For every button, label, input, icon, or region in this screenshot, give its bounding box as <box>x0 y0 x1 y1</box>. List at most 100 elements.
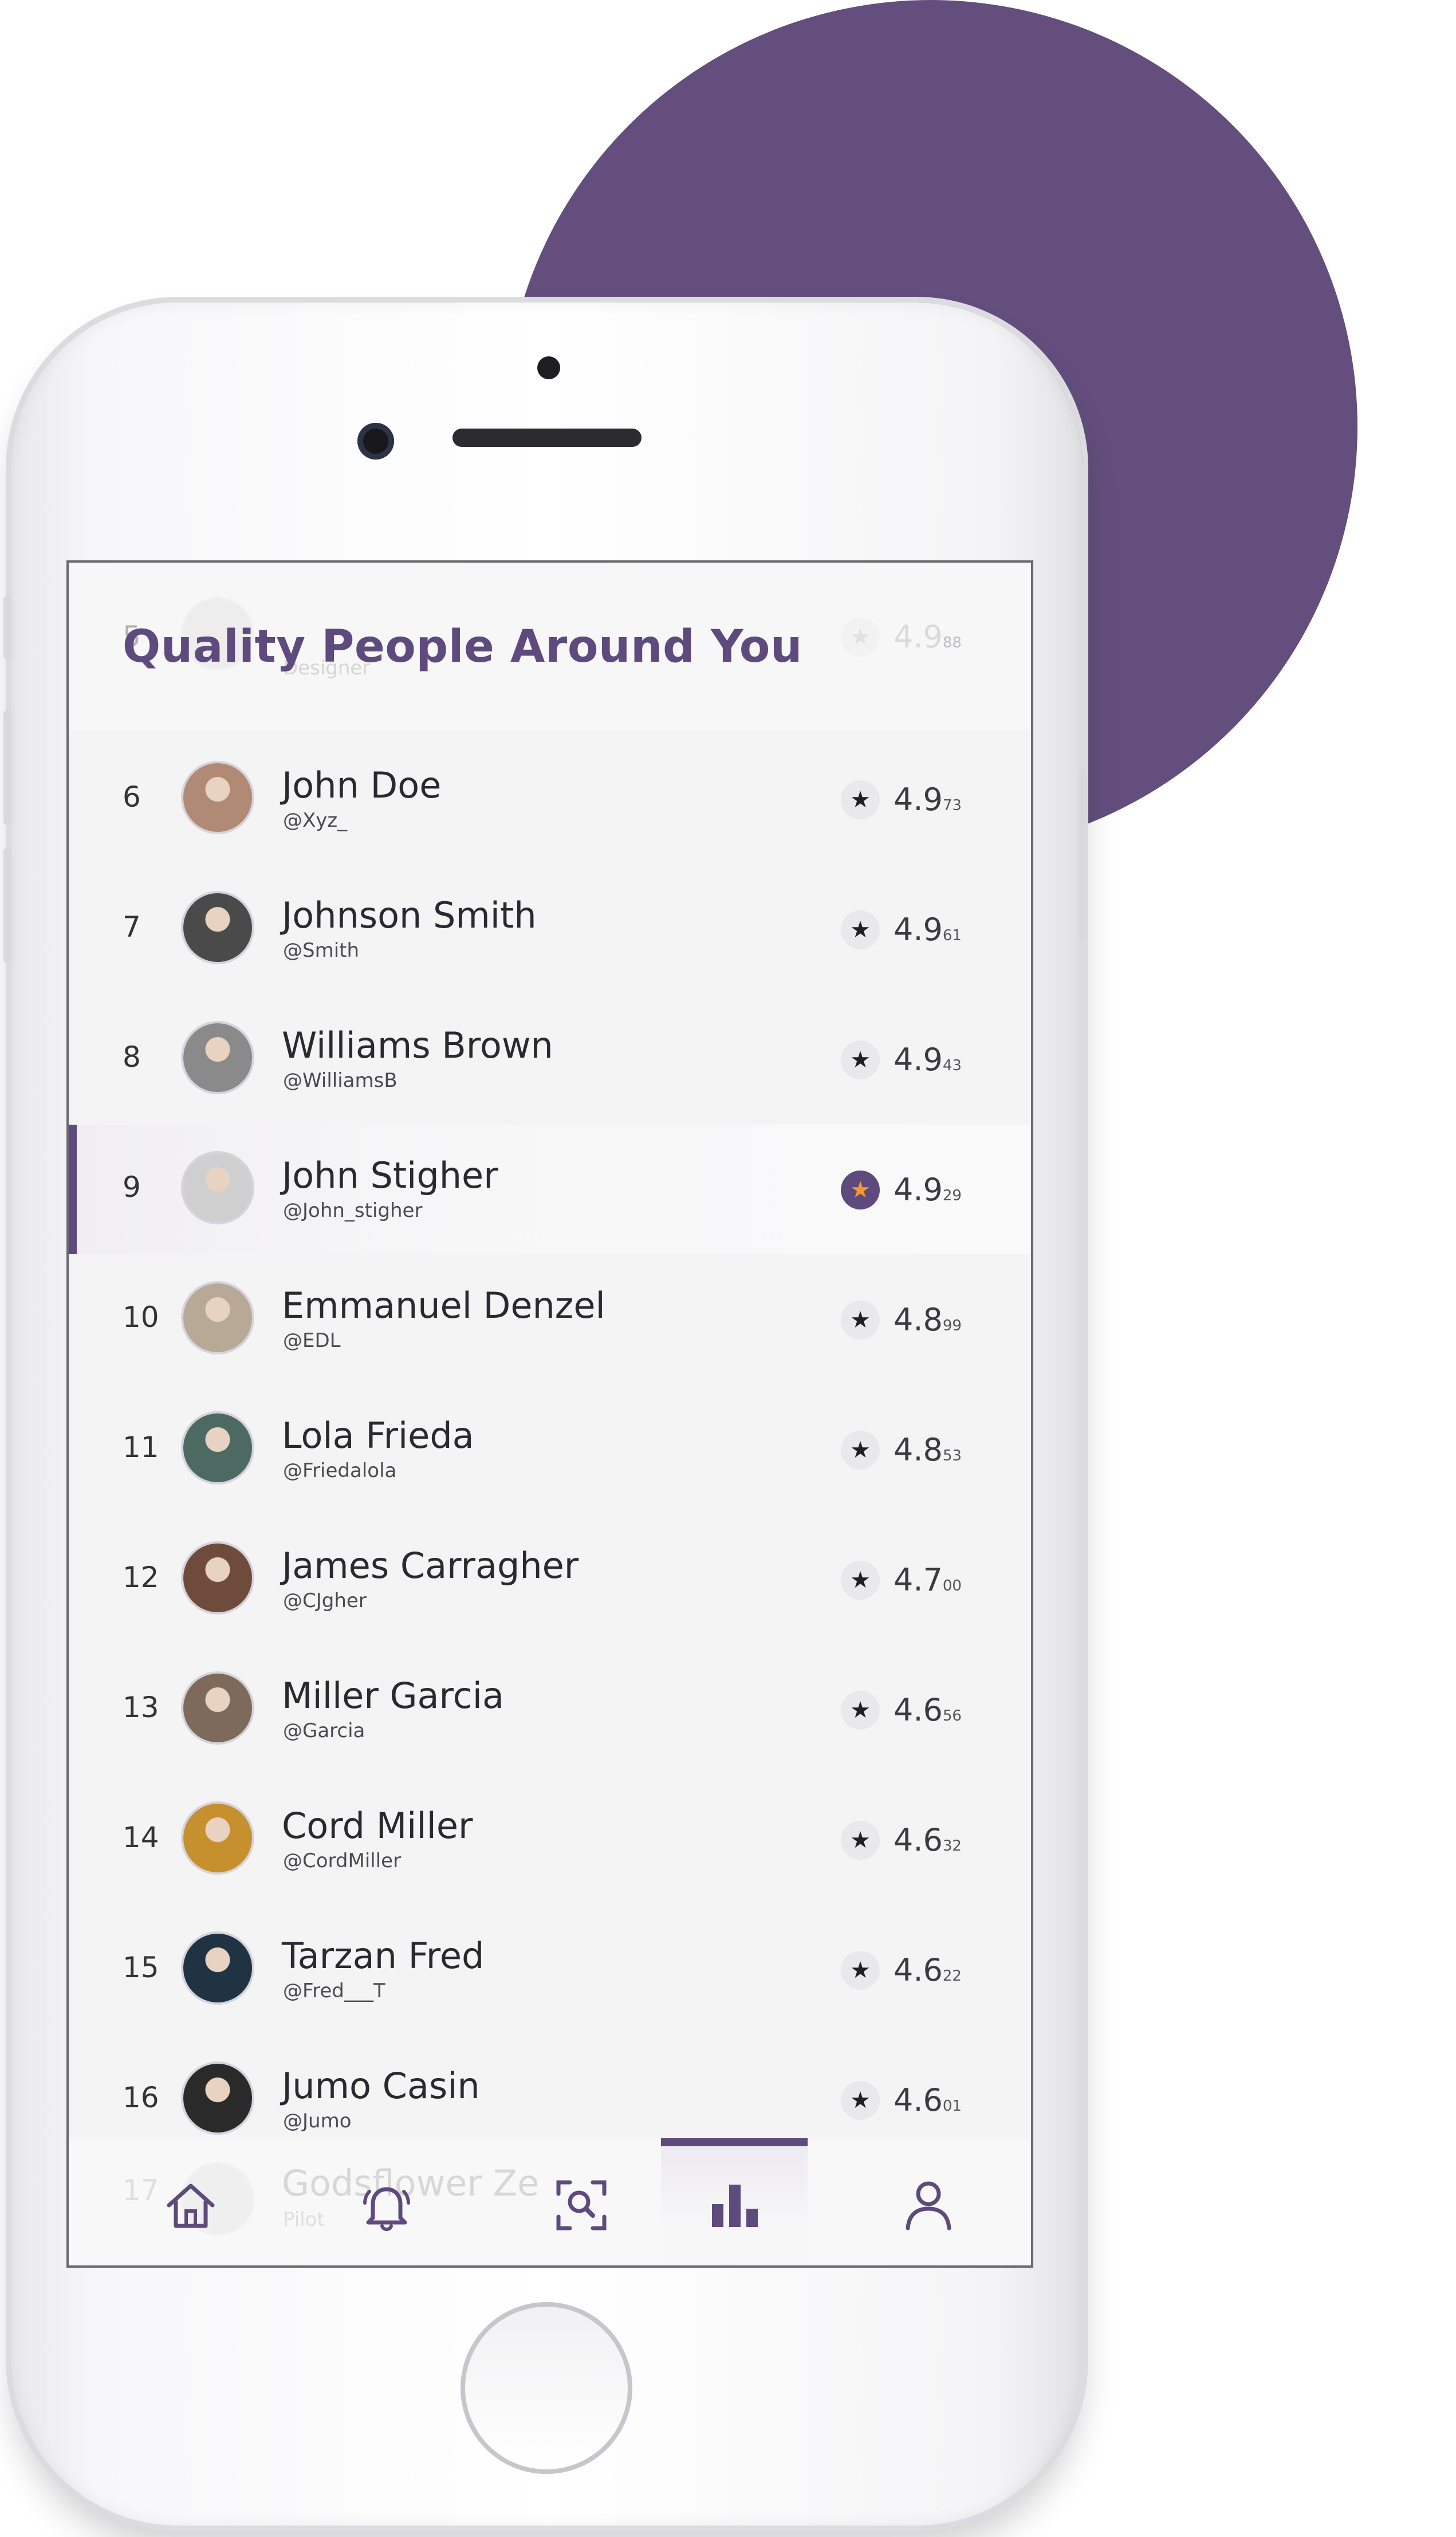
nav-scan[interactable] <box>550 2174 613 2237</box>
score: 4.988 <box>894 619 962 655</box>
avatar <box>181 1411 254 1485</box>
score: 4.899 <box>894 1302 962 1338</box>
rank-number: 14 <box>123 1821 159 1854</box>
mute-switch <box>3 596 11 659</box>
score: 4.929 <box>894 1172 962 1208</box>
rank-number: 9 <box>123 1171 141 1204</box>
list-item[interactable]: 12 James Carragher @CJgher ★ 4.700 <box>69 1515 1031 1644</box>
user-name: Johnson Smith <box>282 894 537 936</box>
rank-number: 16 <box>123 2081 159 2114</box>
score: 4.632 <box>894 1822 962 1858</box>
avatar <box>181 761 254 834</box>
score: 4.973 <box>894 781 962 818</box>
rank-number: 10 <box>123 1301 159 1334</box>
score: 4.853 <box>894 1432 962 1468</box>
score: 4.656 <box>894 1692 962 1728</box>
user-handle: @John_stigher <box>283 1199 423 1222</box>
rank-number: 12 <box>123 1561 159 1594</box>
user-name: Cord Miller <box>282 1805 473 1847</box>
home-button[interactable] <box>461 2302 632 2474</box>
star-icon: ★ <box>841 1691 880 1730</box>
user-name: Tarzan Fred <box>282 1935 485 1977</box>
user-name: John Stigher <box>282 1154 498 1196</box>
avatar <box>181 1021 254 1094</box>
profile-icon <box>906 2181 951 2230</box>
front-camera <box>357 423 394 460</box>
rank-number: 6 <box>123 780 141 814</box>
user-handle: @EDL <box>283 1329 341 1352</box>
list-item[interactable]: 15 Tarzan Fred @Fred___T ★ 4.622 <box>69 1905 1031 2035</box>
user-name: Lola Frieda <box>282 1415 474 1456</box>
scan-search-icon <box>556 2180 607 2230</box>
power-button <box>1079 768 1087 940</box>
rank-number: 15 <box>123 1951 159 1984</box>
star-icon: ★ <box>841 618 880 657</box>
list-item[interactable]: 8 Williams Brown @WilliamsB ★ 4.943 <box>69 995 1031 1124</box>
score: 4.961 <box>894 912 962 948</box>
header: 5 Designer ★ 4.988 Quality People Around… <box>69 563 1031 730</box>
page-title: Quality People Around You <box>123 621 802 673</box>
user-handle: @Friedalola <box>283 1459 397 1482</box>
user-name: John Doe <box>282 764 442 806</box>
avatar <box>181 891 254 964</box>
rank-number: 8 <box>123 1040 141 1074</box>
rank-number: 13 <box>123 1691 159 1724</box>
nav-profile[interactable] <box>897 2174 960 2237</box>
nav-home[interactable] <box>159 2174 222 2237</box>
list-item[interactable]: 13 Miller Garcia @Garcia ★ 4.656 <box>69 1645 1031 1774</box>
user-handle: @CJgher <box>283 1589 367 1612</box>
leaderboard-icon <box>712 2185 758 2227</box>
star-icon: ★ <box>841 2081 880 2120</box>
avatar <box>181 1931 254 2005</box>
bell-icon <box>363 2187 410 2231</box>
user-name: Emmanuel Denzel <box>282 1285 605 1326</box>
volume-down-button <box>3 848 11 963</box>
nav-active-indicator <box>661 2138 808 2146</box>
list-item[interactable]: 6 John Doe @Xyz_ ★ 4.973 <box>69 735 1031 864</box>
volume-up-button <box>3 710 11 825</box>
user-handle: @Fred___T <box>283 1980 385 2002</box>
user-handle: @Garcia <box>283 1719 365 1742</box>
avatar <box>181 1541 254 1615</box>
list-item[interactable]: 9 John Stigher @John_stigher ★ 4.929 <box>69 1125 1031 1254</box>
score: 4.943 <box>894 1042 962 1078</box>
list-item[interactable]: 10 Emmanuel Denzel @EDL ★ 4.899 <box>69 1255 1031 1384</box>
list-item[interactable]: 7 Johnson Smith @Smith ★ 4.961 <box>69 865 1031 994</box>
user-handle: @Smith <box>283 939 360 962</box>
nav-notifications[interactable] <box>355 2174 418 2237</box>
avatar <box>181 1151 254 1224</box>
user-handle: @Xyz_ <box>283 809 348 832</box>
user-name: James Carragher <box>282 1545 579 1586</box>
star-icon: ★ <box>841 1431 880 1470</box>
proximity-sensor <box>537 356 560 379</box>
user-name: Jumo Casin <box>282 2065 480 2107</box>
star-icon: ★ <box>841 1040 880 1079</box>
avatar <box>181 2061 254 2135</box>
star-icon: ★ <box>841 910 880 949</box>
nav-leaderboard[interactable] <box>703 2174 766 2237</box>
list-item[interactable]: 14 Cord Miller @CordMiller ★ 4.632 <box>69 1775 1031 1904</box>
earpiece-speaker <box>452 429 642 447</box>
user-handle: Pilot <box>283 2208 325 2231</box>
user-name: Miller Garcia <box>282 1675 504 1717</box>
star-icon: ★ <box>841 1301 880 1340</box>
user-handle: @WilliamsB <box>283 1069 398 1092</box>
home-icon <box>167 2183 215 2228</box>
rank-number: 7 <box>123 910 141 944</box>
avatar <box>181 1281 254 1354</box>
star-icon: ★ <box>841 1171 880 1209</box>
avatar <box>181 1671 254 1745</box>
bottom-navigation: 17 Godsflower Ze Pilot <box>69 2138 1031 2265</box>
star-icon: ★ <box>841 780 880 819</box>
star-icon: ★ <box>841 1821 880 1860</box>
star-icon: ★ <box>841 1561 880 1600</box>
user-name: Williams Brown <box>282 1024 553 1066</box>
user-handle: @Jumo <box>283 2110 352 2133</box>
rank-number: 11 <box>123 1431 159 1464</box>
score: 4.622 <box>894 1952 962 1988</box>
app-screen: 6 John Doe @Xyz_ ★ 4.973 7 Johnson Smith… <box>66 560 1033 2268</box>
list-item[interactable]: 11 Lola Frieda @Friedalola ★ 4.853 <box>69 1385 1031 1514</box>
rank-number: 17 <box>123 2174 159 2207</box>
user-handle: @CordMiller <box>283 1849 402 1872</box>
avatar <box>181 1801 254 1875</box>
